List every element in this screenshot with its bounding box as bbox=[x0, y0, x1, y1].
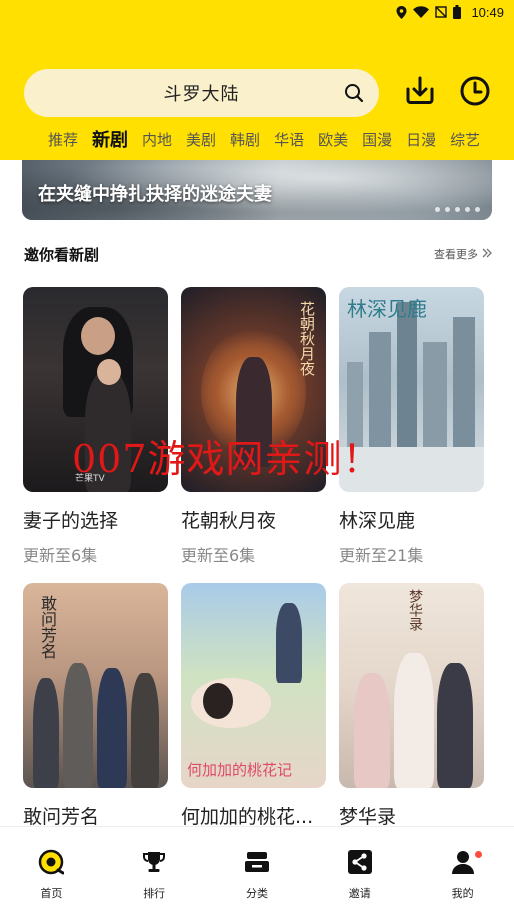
drama-title: 何加加的桃花... bbox=[181, 806, 314, 828]
banner-pagination bbox=[435, 207, 480, 212]
see-more-link[interactable]: 查看更多 bbox=[434, 246, 492, 262]
download-icon bbox=[404, 75, 436, 111]
pagination-dot bbox=[455, 207, 460, 212]
history-button[interactable] bbox=[458, 76, 492, 110]
clock-icon bbox=[459, 75, 491, 111]
poster-caption: 林深见鹿 bbox=[347, 297, 427, 321]
drama-title: 梦华录 bbox=[339, 806, 397, 828]
search-icon[interactable] bbox=[343, 82, 365, 108]
notification-badge bbox=[474, 851, 482, 858]
wifi-icon bbox=[413, 6, 430, 18]
nav-profile[interactable]: 我的 bbox=[423, 827, 503, 901]
pagination-dot bbox=[465, 207, 470, 212]
tab-recommend[interactable]: 推荐 bbox=[48, 129, 78, 150]
tab-chinese-anime[interactable]: 国漫 bbox=[362, 129, 392, 150]
nav-label: 排行 bbox=[143, 887, 166, 900]
user-icon bbox=[450, 849, 476, 879]
nav-home[interactable]: 首页 bbox=[11, 827, 91, 901]
nav-ranking[interactable]: 排行 bbox=[114, 827, 194, 901]
tab-variety[interactable]: 综艺 bbox=[450, 129, 480, 150]
drama-title: 林深见鹿 bbox=[339, 510, 416, 532]
status-bar: 10:49 bbox=[0, 0, 514, 24]
section-title: 邀你看新剧 bbox=[24, 246, 100, 264]
pagination-dot bbox=[445, 207, 450, 212]
drama-title: 妻子的选择 bbox=[23, 510, 119, 532]
nav-invite[interactable]: 邀请 bbox=[320, 827, 400, 901]
pagination-dot bbox=[435, 207, 440, 212]
category-tabs: 推荐 新剧 内地 美剧 韩剧 华语 欧美 国漫 日漫 综艺 bbox=[48, 126, 494, 152]
status-time: 10:49 bbox=[471, 4, 504, 20]
search-input[interactable]: 斗罗大陆 bbox=[24, 69, 379, 117]
drama-title: 敢问芳名 bbox=[23, 806, 100, 828]
drama-episode-status: 更新至6集 bbox=[181, 546, 256, 565]
featured-banner[interactable]: 在夹缝中挣扎抉择的迷途夫妻 bbox=[22, 160, 492, 220]
tab-japanese-anime[interactable]: 日漫 bbox=[406, 129, 436, 150]
drama-episode-status: 更新至6集 bbox=[23, 546, 98, 565]
see-more-label: 查看更多 bbox=[434, 248, 478, 261]
nav-category[interactable]: 分类 bbox=[217, 827, 297, 901]
poster-caption: 梦华录 bbox=[407, 589, 423, 631]
drama-poster[interactable]: 梦华录 bbox=[339, 583, 484, 788]
drama-card[interactable]: 花朝秋月夜 花朝秋月夜 更新至6集 bbox=[181, 287, 326, 566]
double-chevron-right-icon bbox=[482, 248, 492, 261]
search-query: 斗罗大陆 bbox=[163, 84, 240, 105]
drama-title: 花朝秋月夜 bbox=[181, 510, 277, 532]
tab-korean-drama[interactable]: 韩剧 bbox=[230, 129, 260, 150]
drama-card[interactable]: 林深见鹿 林深见鹿 更新至21集 bbox=[339, 287, 484, 566]
download-button[interactable] bbox=[403, 76, 437, 110]
poster-caption: 敢问芳名 bbox=[38, 595, 57, 659]
drama-episode-status: 更新至21集 bbox=[339, 546, 424, 565]
bottom-navigation: 首页 排行 分类 邀请 我的 bbox=[0, 826, 514, 914]
home-icon bbox=[38, 849, 65, 879]
nav-label: 分类 bbox=[245, 887, 268, 900]
tab-us-drama[interactable]: 美剧 bbox=[186, 129, 216, 150]
drama-card[interactable]: 芒果TV 妻子的选择 更新至6集 bbox=[23, 287, 168, 566]
tab-mainland[interactable]: 内地 bbox=[142, 129, 172, 150]
drama-card[interactable]: 何加加的桃花记 何加加的桃花... bbox=[181, 583, 326, 829]
nav-label: 我的 bbox=[451, 887, 474, 900]
tab-new-drama[interactable]: 新剧 bbox=[92, 126, 128, 152]
category-icon bbox=[244, 849, 270, 879]
drama-card[interactable]: 敢问芳名 敢问芳名 bbox=[23, 583, 168, 829]
nav-label: 首页 bbox=[40, 887, 63, 900]
signal-off-icon bbox=[435, 6, 448, 18]
tab-chinese[interactable]: 华语 bbox=[274, 129, 304, 150]
pagination-dot bbox=[475, 207, 480, 212]
drama-card[interactable]: 梦华录 梦华录 bbox=[339, 583, 484, 829]
banner-title: 在夹缝中挣扎抉择的迷途夫妻 bbox=[38, 184, 272, 205]
location-icon bbox=[396, 5, 407, 19]
watermark-text: 007游戏网亲测！ bbox=[72, 437, 382, 481]
battery-icon bbox=[453, 5, 462, 19]
drama-poster[interactable]: 何加加的桃花记 bbox=[181, 583, 326, 788]
poster-caption: 花朝秋月夜 bbox=[298, 301, 316, 376]
nav-label: 邀请 bbox=[348, 887, 371, 900]
trophy-icon bbox=[141, 849, 167, 879]
share-icon bbox=[347, 849, 373, 879]
drama-poster[interactable]: 敢问芳名 bbox=[23, 583, 168, 788]
tab-western[interactable]: 欧美 bbox=[318, 129, 348, 150]
poster-caption: 何加加的桃花记 bbox=[187, 761, 293, 779]
